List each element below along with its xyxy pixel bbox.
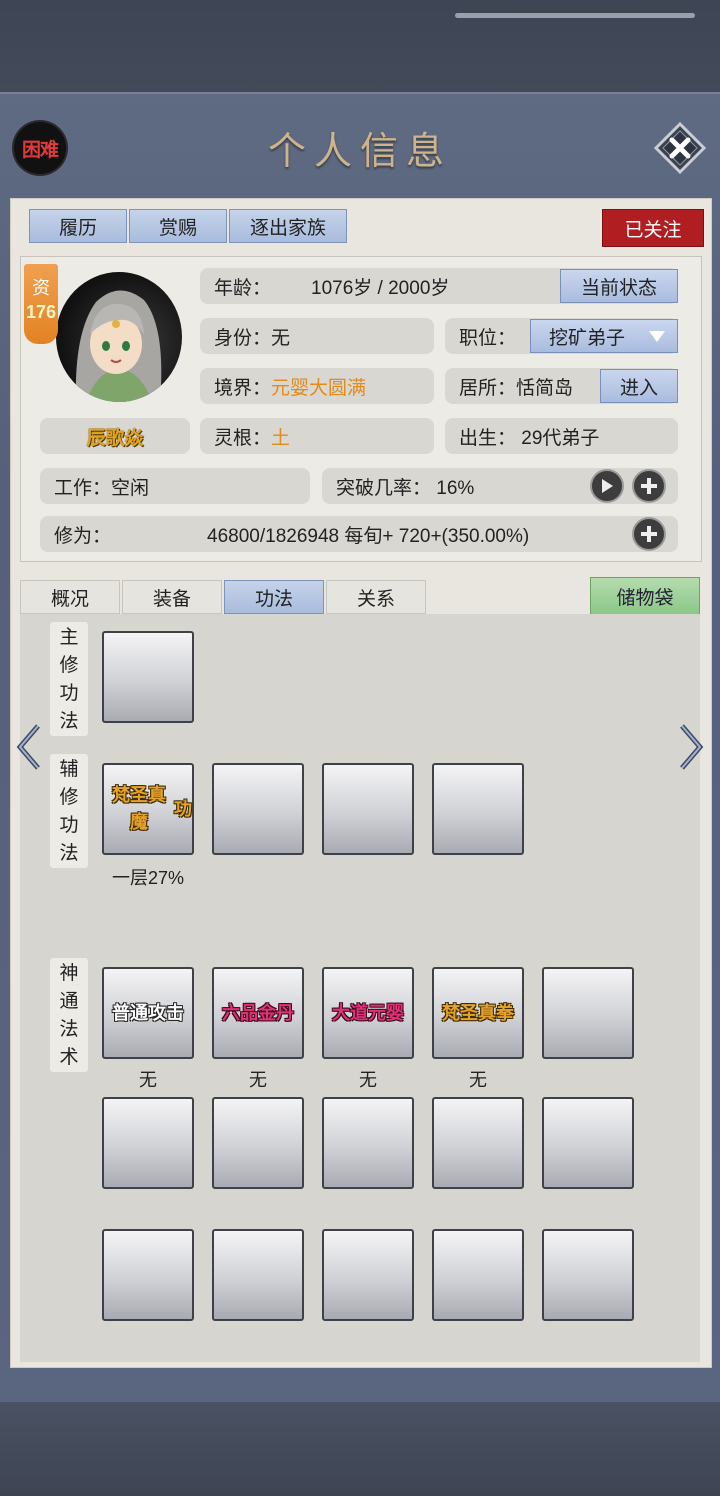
enter-button[interactable]: 进入 [600, 369, 678, 403]
magic-skill-slot-empty[interactable] [432, 1229, 524, 1321]
magic-skill-name: 普通攻击 [112, 1002, 184, 1023]
breakthrough-field: 突破几率： 16% [322, 468, 678, 504]
realm-value: 元婴大圆满 [271, 377, 367, 399]
storage-bag-button[interactable]: 储物袋 [590, 577, 700, 615]
plus-icon [641, 526, 657, 542]
current-status-button[interactable]: 当前状态 [560, 269, 678, 303]
aux-technique-progress: 一层27% [111, 868, 185, 888]
aptitude-value: 176 [25, 302, 57, 322]
main-technique-label: 主修功法 [50, 622, 88, 736]
aux-technique-slot-empty[interactable] [432, 763, 524, 855]
age-label: 年龄： [214, 277, 272, 299]
cultivation-plus-button[interactable] [632, 517, 666, 551]
magic-skill-slot-empty[interactable] [102, 1097, 194, 1189]
tab-techniques[interactable]: 功法 [224, 580, 324, 614]
realm-label: 境界： [214, 377, 272, 399]
magic-skill-name: 大道元婴 [332, 1002, 404, 1023]
magic-skill-slot-empty[interactable] [102, 1229, 194, 1321]
work-field: 工作：空闲 [40, 468, 310, 504]
magic-skill-caption: 无 [249, 1070, 267, 1090]
aux-technique-slot-empty[interactable] [322, 763, 414, 855]
magic-skill-slot-empty[interactable] [542, 1097, 634, 1189]
magic-skill-label: 神通法术 [50, 958, 88, 1072]
previous-arrow-icon[interactable] [14, 722, 44, 772]
breakthrough-plus-button[interactable] [632, 469, 666, 503]
chevron-down-icon [649, 331, 665, 342]
top-status-area [0, 0, 720, 92]
follow-button[interactable]: 已关注 [602, 209, 704, 247]
spirit-root-row: 灵根： 土 [200, 418, 434, 454]
close-button[interactable] [653, 121, 707, 175]
magic-skill-caption: 无 [139, 1070, 157, 1090]
magic-skill-slot[interactable]: 大道元婴 [322, 967, 414, 1059]
realm-row: 境界： 元婴大圆满 [200, 368, 434, 404]
portrait-illustration [75, 290, 162, 402]
position-label: 职位： [459, 327, 517, 349]
identity-field: 身份：无 [200, 318, 434, 354]
aptitude-label: 资 [32, 278, 50, 298]
magic-skill-slot[interactable]: 梵圣真拳 [432, 967, 524, 1059]
play-icon [602, 479, 613, 493]
tab-overview[interactable]: 概况 [20, 580, 120, 614]
tab-equipment[interactable]: 装备 [122, 580, 222, 614]
spirit-root-value: 土 [271, 427, 291, 449]
tab-expel[interactable]: 逐出家族 [229, 209, 347, 243]
position-dropdown[interactable]: 挖矿弟子 [530, 319, 678, 353]
main-technique-slot[interactable] [102, 631, 194, 723]
cultivation-row: 修为： 46800/1826948 每旬+ 720+(350.00%) [40, 516, 678, 552]
age-value: 1076岁 / 2000岁 [311, 277, 450, 299]
magic-skill-slot-empty[interactable] [322, 1097, 414, 1189]
aux-technique-label: 辅修功法 [50, 754, 88, 868]
aptitude-tag: 资 176 [24, 264, 58, 344]
magic-skill-name: 梵圣真拳 [442, 1002, 514, 1023]
position-value: 挖矿弟子 [549, 327, 626, 349]
aux-technique-slot-empty[interactable] [212, 763, 304, 855]
breakthrough-play-button[interactable] [590, 469, 624, 503]
birth-field: 出生： 29代弟子 [445, 418, 678, 454]
close-icon [653, 121, 707, 175]
tab-resume[interactable]: 履历 [29, 209, 127, 243]
magic-skill-slot-empty[interactable] [432, 1097, 524, 1189]
bottom-area [0, 1402, 720, 1496]
magic-skill-slot-empty[interactable] [542, 1229, 634, 1321]
magic-skill-slot-empty[interactable] [542, 967, 634, 1059]
next-arrow-icon[interactable] [676, 722, 706, 772]
magic-skill-slot-empty[interactable] [322, 1229, 414, 1321]
magic-skill-slot-empty[interactable] [212, 1229, 304, 1321]
aux-technique-name: 梵圣真魔功 [112, 785, 192, 832]
aux-technique-slot[interactable]: 梵圣真魔功 [102, 763, 194, 855]
tab-relations[interactable]: 关系 [326, 580, 426, 614]
page-title: 个人信息 [267, 129, 452, 173]
tab-reward[interactable]: 赏赐 [129, 209, 227, 243]
cultivation-value: 46800/1826948 每旬+ 720+(350.00%) [207, 525, 530, 547]
magic-skill-caption: 无 [359, 1070, 377, 1090]
magic-skill-slot-empty[interactable] [212, 1097, 304, 1189]
magic-skill-slot[interactable]: 普通攻击 [102, 967, 194, 1059]
magic-skill-slot[interactable]: 六品金丹 [212, 967, 304, 1059]
drag-handle [455, 13, 695, 18]
magic-skill-caption: 无 [469, 1070, 487, 1090]
cultivation-label: 修为： [54, 525, 112, 547]
spirit-root-label: 灵根： [214, 427, 272, 449]
character-avatar [56, 272, 182, 402]
character-name: 辰歌焱 [40, 418, 190, 454]
plus-icon [641, 478, 657, 494]
magic-skill-name: 六品金丹 [222, 1002, 294, 1023]
